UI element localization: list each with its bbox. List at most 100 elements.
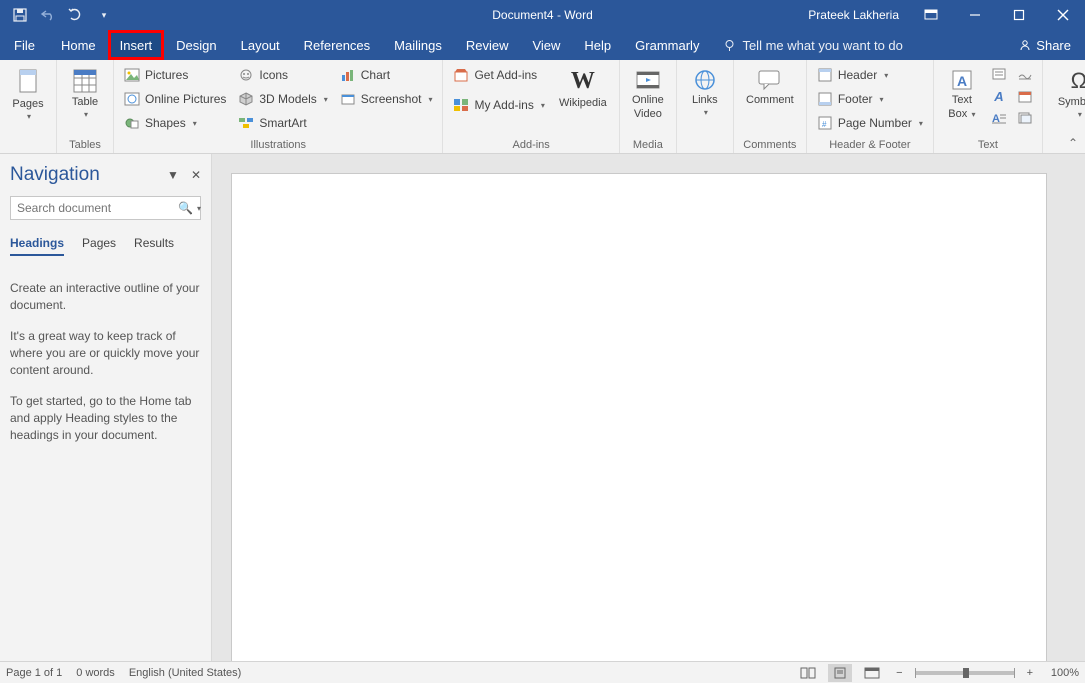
symbols-button[interactable]: Ω Symbols ▾: [1049, 64, 1085, 123]
tab-view[interactable]: View: [520, 30, 572, 60]
3d-models-button[interactable]: 3D Models ▾: [234, 88, 331, 110]
page-canvas[interactable]: [232, 174, 1046, 661]
links-button[interactable]: Links ▾: [683, 64, 727, 121]
shapes-button[interactable]: Shapes▾: [120, 112, 230, 134]
date-time-button[interactable]: [1014, 86, 1036, 106]
header-button[interactable]: Header▾: [813, 64, 927, 86]
online-pictures-label: Online Pictures: [145, 92, 226, 106]
chart-icon: [340, 67, 356, 83]
qat-customize-icon[interactable]: ▾: [92, 3, 116, 27]
status-page[interactable]: Page 1 of 1: [6, 667, 62, 679]
online-video-label2: Video: [634, 108, 662, 120]
tab-grammarly[interactable]: Grammarly: [623, 30, 711, 60]
pages-button[interactable]: Pages ▾: [6, 64, 50, 125]
pictures-button[interactable]: Pictures: [120, 64, 230, 86]
cube-icon: [238, 91, 254, 107]
minimize-icon[interactable]: [953, 0, 997, 30]
document-name: Document4: [492, 8, 553, 22]
web-layout-icon[interactable]: [860, 664, 884, 682]
online-pictures-button[interactable]: Online Pictures: [120, 88, 230, 110]
share-button[interactable]: Share: [1004, 30, 1085, 60]
store-icon: [453, 67, 469, 83]
smartart-button[interactable]: SmartArt: [234, 112, 331, 134]
screenshot-icon: [340, 91, 356, 107]
nav-close-icon[interactable]: ✕: [191, 168, 201, 182]
my-addins-button[interactable]: My Add-ins ▾: [449, 94, 548, 116]
tab-mailings[interactable]: Mailings: [382, 30, 454, 60]
nav-menu-icon[interactable]: ▼: [167, 168, 179, 182]
read-mode-icon[interactable]: [796, 664, 820, 682]
table-button[interactable]: Table ▾: [63, 64, 107, 123]
comment-button[interactable]: Comment: [740, 64, 800, 110]
nav-tab-pages[interactable]: Pages: [82, 236, 116, 256]
signature-line-button[interactable]: [1014, 64, 1036, 84]
nav-help-1: Create an interactive outline of your do…: [10, 280, 201, 314]
tab-references[interactable]: References: [292, 30, 382, 60]
redo-icon[interactable]: [64, 3, 88, 27]
icons-button[interactable]: Icons: [234, 64, 331, 86]
tab-help[interactable]: Help: [572, 30, 623, 60]
online-video-button[interactable]: Online Video: [626, 64, 670, 124]
footer-label: Footer: [838, 92, 873, 106]
omega-icon: Ω: [1071, 68, 1085, 94]
zoom-level[interactable]: 100%: [1045, 667, 1079, 679]
ribbon-tabs: File Home Insert Design Layout Reference…: [0, 30, 1085, 60]
document-area[interactable]: [212, 154, 1085, 661]
print-layout-icon[interactable]: [828, 664, 852, 682]
3d-models-label: 3D Models: [259, 92, 316, 106]
drop-cap-button[interactable]: A: [988, 108, 1010, 128]
smartart-icon: [238, 115, 254, 131]
group-pages-label: [6, 137, 50, 151]
footer-button[interactable]: Footer▾: [813, 88, 927, 110]
save-icon[interactable]: [8, 3, 32, 27]
user-name[interactable]: Prateek Lakheria: [808, 8, 899, 22]
search-input[interactable]: [11, 201, 178, 215]
close-icon[interactable]: [1041, 0, 1085, 30]
zoom-out-button[interactable]: −: [892, 667, 906, 679]
wikipedia-button[interactable]: W Wikipedia: [553, 64, 613, 113]
zoom-slider[interactable]: [915, 671, 1015, 675]
tab-insert[interactable]: Insert: [108, 30, 165, 60]
group-addins-label: Add-ins: [449, 137, 612, 151]
nav-help-2: It's a great way to keep track of where …: [10, 328, 201, 379]
tell-me-search[interactable]: Tell me what you want to do: [711, 30, 914, 60]
ribbon-display-options-icon[interactable]: [909, 0, 953, 30]
tab-review[interactable]: Review: [454, 30, 521, 60]
quick-parts-button[interactable]: [988, 64, 1010, 84]
tab-file[interactable]: File: [0, 30, 49, 60]
chart-button[interactable]: Chart: [336, 64, 437, 86]
search-button[interactable]: 🔍▾: [178, 201, 201, 215]
status-words[interactable]: 0 words: [76, 667, 115, 679]
maximize-icon[interactable]: [997, 0, 1041, 30]
tab-home[interactable]: Home: [49, 30, 108, 60]
wordart-button[interactable]: A: [988, 86, 1010, 106]
status-bar: Page 1 of 1 0 words English (United Stat…: [0, 661, 1085, 683]
status-language[interactable]: English (United States): [129, 667, 242, 679]
header-label: Header: [838, 68, 877, 82]
wikipedia-icon: W: [571, 68, 595, 95]
tab-layout[interactable]: Layout: [229, 30, 292, 60]
icons-label: Icons: [259, 68, 288, 82]
text-box-label2: Box: [948, 108, 967, 120]
tab-design[interactable]: Design: [164, 30, 228, 60]
screenshot-button[interactable]: Screenshot▾: [336, 88, 437, 110]
nav-tab-results[interactable]: Results: [134, 236, 174, 256]
nav-search: 🔍▾: [10, 196, 201, 220]
text-box-button[interactable]: A Text Box ▾: [940, 64, 984, 125]
undo-icon[interactable]: [36, 3, 60, 27]
share-label: Share: [1036, 38, 1071, 53]
page-number-button[interactable]: #Page Number▾: [813, 112, 927, 134]
nav-tab-headings[interactable]: Headings: [10, 236, 64, 256]
pages-label: Pages: [12, 98, 43, 110]
group-headerfooter-label: Header & Footer: [813, 137, 927, 151]
get-addins-button[interactable]: Get Add-ins: [449, 64, 548, 86]
wikipedia-label: Wikipedia: [559, 97, 607, 109]
pictures-icon: [124, 67, 140, 83]
navigation-pane: Navigation ▼ ✕ 🔍▾ Headings Pages Results…: [0, 154, 212, 661]
ribbon: Pages ▾ Table ▾ Tables Pictures Online P…: [0, 60, 1085, 154]
shapes-label: Shapes: [145, 116, 186, 130]
quick-access-toolbar: ▾: [0, 3, 116, 27]
collapse-ribbon-icon[interactable]: ⌃: [1065, 135, 1081, 151]
object-button[interactable]: [1014, 108, 1036, 128]
zoom-in-button[interactable]: +: [1023, 667, 1037, 679]
